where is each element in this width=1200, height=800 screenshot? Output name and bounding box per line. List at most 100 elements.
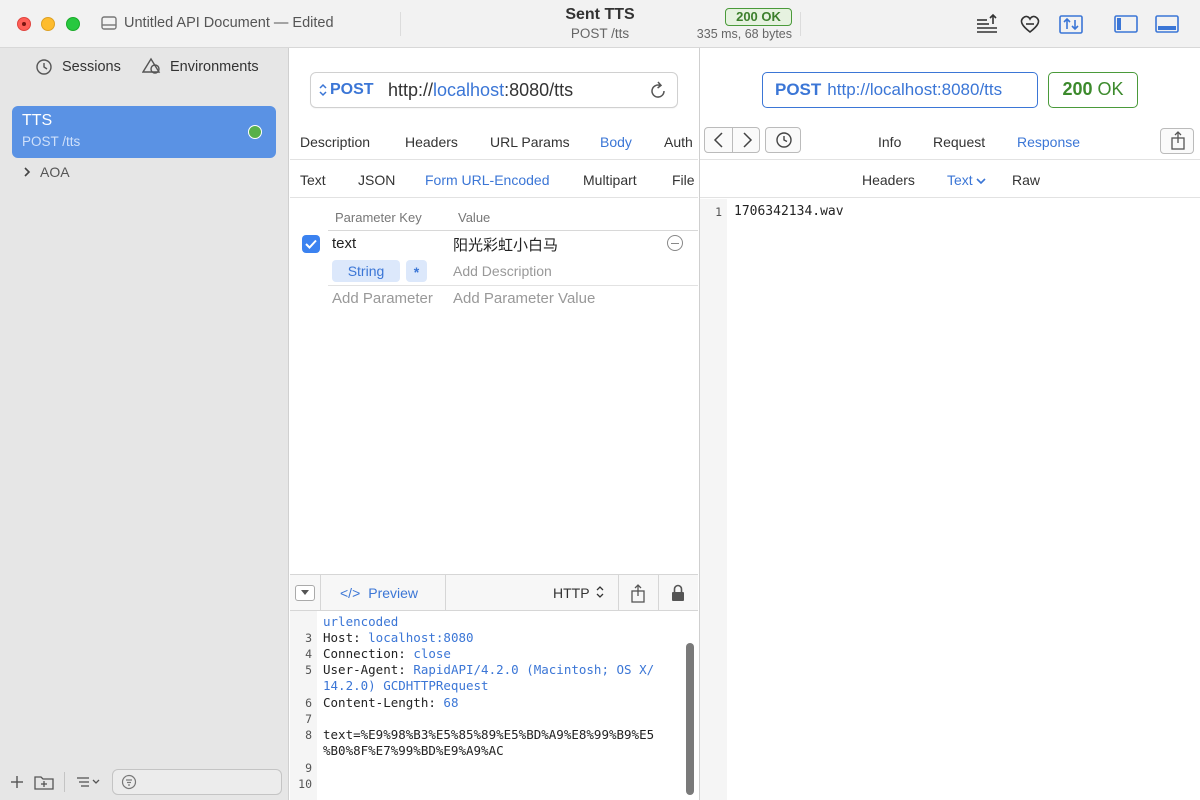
url-scheme: http:// <box>388 80 434 100</box>
add-icon[interactable] <box>9 774 25 790</box>
line-number: 6 <box>305 696 312 710</box>
tab-environments-label: Environments <box>170 59 259 75</box>
body-type-file[interactable]: File <box>672 172 695 188</box>
param-description-field[interactable]: Add Description <box>453 263 552 279</box>
url-input[interactable]: http://localhost:8080/tts <box>388 80 573 101</box>
subtab-text-label: Text <box>947 172 973 188</box>
sidebar-filter-input[interactable] <box>112 769 282 795</box>
header-value: 68 <box>443 695 459 710</box>
header-value: RapidAPI/4.2.0 (Macintosh; OS X/ <box>413 662 655 677</box>
tab-response[interactable]: Response <box>1017 134 1080 150</box>
param-value-field[interactable]: 阳光彩虹小白马 <box>453 234 558 255</box>
link-heart-icon[interactable] <box>1017 12 1043 36</box>
tab-url-params[interactable]: URL Params <box>490 134 570 150</box>
request-name: TTS <box>22 112 53 129</box>
sidebar-group-aoa[interactable]: AOA <box>22 164 70 180</box>
body-type-multipart[interactable]: Multipart <box>583 172 637 188</box>
line-gutter <box>700 199 727 800</box>
method-label: POST <box>330 81 374 98</box>
column-header-key: Parameter Key <box>335 210 422 225</box>
toggle-sidebar-icon[interactable] <box>1113 12 1139 36</box>
tab-body[interactable]: Body <box>600 134 632 150</box>
line-number: 1 <box>715 205 722 219</box>
add-param-value-field[interactable]: Add Parameter Value <box>453 290 595 307</box>
param-enabled-checkbox[interactable] <box>302 235 320 253</box>
tab-description[interactable]: Description <box>300 134 370 150</box>
history-button[interactable] <box>765 127 801 153</box>
param-type-selector[interactable]: String <box>332 260 400 282</box>
request-status-dot <box>248 125 262 139</box>
chevron-right-icon <box>24 167 31 177</box>
tab-auth[interactable]: Auth <box>664 134 693 150</box>
toolbar-separator <box>445 575 446 612</box>
line-number: 10 <box>298 777 312 791</box>
lock-icon[interactable] <box>670 584 686 602</box>
new-folder-icon[interactable] <box>33 772 55 792</box>
code-line-wrapped: 14.2.0) GCDHTTPRequest <box>323 678 489 693</box>
code-line-wrapped: urlencoded <box>323 614 399 629</box>
triangle-down-icon <box>301 590 309 595</box>
sidebar-item-tts[interactable]: TTS POST /tts <box>12 106 276 158</box>
chevron-left-icon[interactable] <box>705 128 733 152</box>
download-panel-icon[interactable] <box>1058 12 1084 36</box>
tab-environments[interactable]: Environments <box>142 56 259 78</box>
sidebar-footer <box>0 766 289 800</box>
url-host: localhost <box>433 80 505 100</box>
code-preview[interactable]: urlencoded 3 Host: localhost:8080 4 Conn… <box>290 611 698 800</box>
param-key-field[interactable]: text <box>332 235 356 252</box>
line-number: 7 <box>305 712 312 726</box>
body-type-form-urlencoded[interactable]: Form URL-Encoded <box>425 172 550 188</box>
divider <box>700 159 1200 160</box>
subtab-raw[interactable]: Raw <box>1012 172 1040 188</box>
tab-headers[interactable]: Headers <box>405 134 458 150</box>
add-param-key-field[interactable]: Add Parameter <box>332 290 433 307</box>
title-separator <box>400 12 401 36</box>
subtab-text[interactable]: Text <box>947 172 986 188</box>
history-nav-group <box>704 127 760 153</box>
format-label: HTTP <box>553 585 590 601</box>
tab-request[interactable]: Request <box>933 134 985 150</box>
format-selector[interactable]: HTTP <box>553 585 604 601</box>
document-title: Untitled API Document — Edited <box>124 15 334 31</box>
vertical-scrollbar[interactable] <box>686 643 694 795</box>
response-request-summary[interactable]: POST http://localhost:8080/tts <box>762 72 1038 108</box>
tab-sessions[interactable]: Sessions <box>34 56 121 78</box>
chevron-down-icon <box>976 178 986 185</box>
share-response-button[interactable] <box>1160 128 1194 154</box>
response-body-line[interactable]: 1706342134.wav <box>734 204 844 219</box>
share-icon[interactable] <box>630 584 646 604</box>
code-line-body: text=%E9%98%B3%E5%85%89%E5%BD%A9%E8%99%B… <box>323 727 655 742</box>
subtab-headers[interactable]: Headers <box>862 172 915 188</box>
code-line-body-wrapped: %B0%8F%E7%99%BD%E9%A9%AC <box>323 743 504 758</box>
sort-options-icon[interactable] <box>75 774 103 790</box>
divider <box>700 197 1200 198</box>
footer-separator <box>64 772 65 792</box>
refresh-icon[interactable] <box>647 80 669 102</box>
body-type-text[interactable]: Text <box>300 172 326 188</box>
toggle-bottom-panel-icon[interactable] <box>1154 12 1180 36</box>
response-method: POST <box>775 80 822 99</box>
minimize-window-button[interactable] <box>41 17 55 31</box>
tab-sessions-label: Sessions <box>62 59 121 75</box>
document-icon <box>101 16 117 30</box>
url-bar[interactable]: POST http://localhost:8080/tts <box>310 72 678 108</box>
code-line: Content-Length: 68 <box>323 695 458 710</box>
body-type-json[interactable]: JSON <box>358 172 395 188</box>
app-window: Untitled API Document — Edited Sent TTS … <box>0 0 1200 800</box>
title-separator <box>800 12 801 36</box>
tab-info[interactable]: Info <box>878 134 901 150</box>
zoom-window-button[interactable] <box>66 17 80 31</box>
remove-param-icon[interactable] <box>667 235 683 251</box>
header-value: localhost:8080 <box>368 630 474 645</box>
param-required-toggle[interactable]: * <box>406 260 427 282</box>
preview-button[interactable]: </> Preview <box>340 585 418 601</box>
sort-upload-icon[interactable] <box>975 12 1001 36</box>
code-preview-toolbar: </> Preview HTTP <box>290 574 698 612</box>
method-selector[interactable]: POST <box>319 81 374 99</box>
close-window-button[interactable] <box>17 17 31 31</box>
collapse-panel-button[interactable] <box>295 585 315 601</box>
environments-icon <box>142 57 161 74</box>
line-number: 8 <box>305 728 312 742</box>
status-badge: 200 OK <box>725 8 792 26</box>
chevron-right-icon[interactable] <box>733 128 761 152</box>
